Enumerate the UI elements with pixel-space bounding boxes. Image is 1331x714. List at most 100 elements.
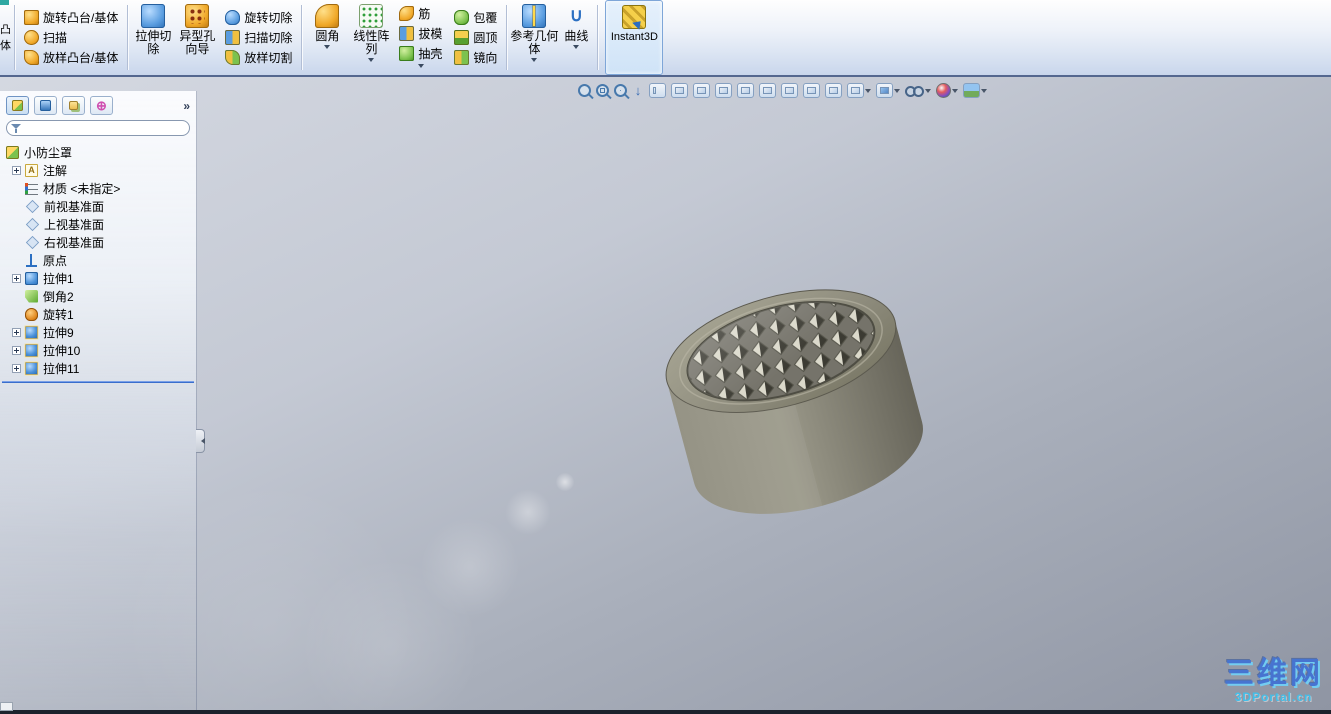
fillet-button[interactable]: 圆角 — [305, 0, 349, 75]
section-view-button[interactable] — [649, 83, 666, 98]
view-right-icon — [737, 83, 754, 98]
previous-view-button[interactable] — [632, 83, 644, 98]
dimxpertmanager-tab-button[interactable] — [90, 96, 113, 115]
draft-icon — [399, 26, 415, 41]
shell-dropdown-icon[interactable] — [417, 64, 424, 71]
view-orientation-icon — [847, 83, 864, 98]
view-left-button[interactable] — [715, 83, 732, 98]
swept-boss-button[interactable]: 扫描 — [21, 28, 121, 47]
annotations-icon — [25, 163, 38, 177]
tree-item-chamfer2[interactable]: 倒角2 — [0, 287, 196, 305]
view-isometric-button[interactable] — [803, 83, 820, 98]
view-right-button[interactable] — [737, 83, 754, 98]
dome-button[interactable]: 圆顶 — [451, 28, 500, 47]
watermark-line2: 3DPortal.cn — [1234, 690, 1313, 704]
reference-geometry-button[interactable]: 参考几何体 — [510, 0, 558, 75]
view-top-button[interactable] — [759, 83, 776, 98]
lens-flare — [300, 557, 480, 710]
dust-cap-model[interactable] — [630, 255, 950, 535]
dome-icon — [454, 30, 470, 45]
rollback-bar[interactable] — [2, 381, 194, 383]
tree-item-extrude11[interactable]: 拉伸11 — [0, 359, 196, 377]
tree-item-extrude9[interactable]: 拉伸9 — [0, 323, 196, 341]
tree-item-extrude1[interactable]: 拉伸1 — [0, 269, 196, 287]
lofted-cut-label: 放样切割 — [244, 51, 293, 65]
display-style-dropdown-icon — [894, 88, 900, 96]
expander-icon[interactable] — [12, 165, 21, 175]
reference-geometry-dropdown-icon[interactable] — [531, 58, 538, 65]
tree-item-annotations[interactable]: 注解 — [0, 161, 196, 179]
view-bottom-button[interactable] — [781, 83, 798, 98]
shell-icon — [399, 46, 415, 61]
tree-item-label: 右视基准面 — [44, 235, 105, 250]
watermark: 三维网 3DPortal.cn — [1224, 657, 1323, 705]
wrap-label: 包覆 — [473, 11, 498, 25]
rib-button[interactable]: 筋 — [396, 4, 445, 23]
panel-splitter-handle[interactable] — [196, 429, 205, 453]
revolve-icon — [25, 307, 38, 321]
featuremanager-tab-button[interactable] — [6, 96, 29, 115]
expander-icon[interactable] — [12, 327, 21, 337]
propertymanager-tab-button[interactable] — [34, 96, 57, 115]
tree-filter-input[interactable] — [22, 122, 185, 134]
chamfer-icon — [25, 289, 38, 303]
zoom-to-fit-button[interactable] — [578, 84, 591, 97]
tree-root-part[interactable]: 小防尘罩 — [0, 143, 196, 161]
revolved-boss-button[interactable]: 旋转凸台/基体 — [21, 8, 121, 27]
apply-scene-button[interactable] — [963, 83, 987, 98]
linear-pattern-button[interactable]: 线性阵列 — [349, 0, 393, 75]
lofted-boss-button[interactable]: 放样凸台/基体 — [21, 48, 121, 67]
curves-button[interactable]: 曲线 — [558, 0, 594, 75]
view-back-button[interactable] — [693, 83, 710, 98]
normal-to-button[interactable] — [825, 83, 842, 98]
swept-cut-button[interactable]: 扫描切除 — [222, 28, 295, 47]
hide-show-items-button[interactable] — [905, 83, 931, 98]
configurationmanager-tab-button[interactable] — [62, 96, 85, 115]
display-style-button[interactable] — [876, 83, 900, 98]
edit-appearance-button[interactable] — [936, 83, 958, 98]
tree-item-material[interactable]: 材质 <未指定> — [0, 179, 196, 197]
extruded-boss-button-partial[interactable]: 凸 体 — [0, 0, 11, 75]
propertymanager-icon — [40, 100, 51, 111]
draft-button[interactable]: 拔模 — [396, 24, 445, 43]
partial-label-bottom: 体 — [0, 39, 11, 52]
linear-pattern-dropdown-icon[interactable] — [368, 58, 375, 65]
fillet-dropdown-icon[interactable] — [324, 45, 331, 52]
watermark-line1: 三维网 — [1224, 657, 1323, 690]
lofted-cut-button[interactable]: 放样切割 — [222, 48, 295, 67]
zoom-to-selection-button[interactable] — [614, 84, 627, 97]
graphics-area[interactable]: 小防尘罩 注解 材质 <未指定> 前视基准面 — [0, 77, 1331, 710]
expander-icon[interactable] — [12, 363, 21, 373]
tree-item-label: 注解 — [43, 163, 68, 178]
ribbon-separator — [14, 5, 15, 70]
extruded-cut-label: 拉伸切除 — [135, 29, 172, 56]
expander-icon[interactable] — [12, 273, 21, 283]
zoom-to-area-button[interactable] — [596, 84, 609, 97]
tree-item-right-plane[interactable]: 右视基准面 — [0, 233, 196, 251]
tree-item-revolve1[interactable]: 旋转1 — [0, 305, 196, 323]
bottom-left-fragment — [0, 702, 13, 711]
extruded-cut-button[interactable]: 拉伸切除 — [131, 0, 175, 75]
curves-dropdown-icon[interactable] — [573, 45, 580, 52]
tree-item-front-plane[interactable]: 前视基准面 — [0, 197, 196, 215]
hole-wizard-button[interactable]: 异型孔向导 — [175, 0, 219, 75]
ribbon-separator — [597, 5, 599, 70]
wrap-button[interactable]: 包覆 — [451, 8, 500, 27]
tree-item-origin[interactable]: 原点 — [0, 251, 196, 269]
tree-item-top-plane[interactable]: 上视基准面 — [0, 215, 196, 233]
material-icon — [25, 181, 38, 195]
revolved-cut-label: 旋转切除 — [244, 11, 293, 25]
panel-expand-chevron[interactable] — [183, 99, 190, 113]
shell-button[interactable]: 抽壳 — [396, 44, 445, 63]
display-style-icon — [876, 83, 893, 98]
mirror-button[interactable]: 镜向 — [451, 48, 500, 67]
revolved-cut-button[interactable]: 旋转切除 — [222, 8, 295, 27]
rib-icon — [399, 6, 415, 21]
tree-item-extrude10[interactable]: 拉伸10 — [0, 341, 196, 359]
expander-icon[interactable] — [12, 345, 21, 355]
instant3d-button[interactable]: Instant3D — [605, 0, 664, 75]
view-orientation-button[interactable] — [847, 83, 871, 98]
view-front-button[interactable] — [671, 83, 688, 98]
